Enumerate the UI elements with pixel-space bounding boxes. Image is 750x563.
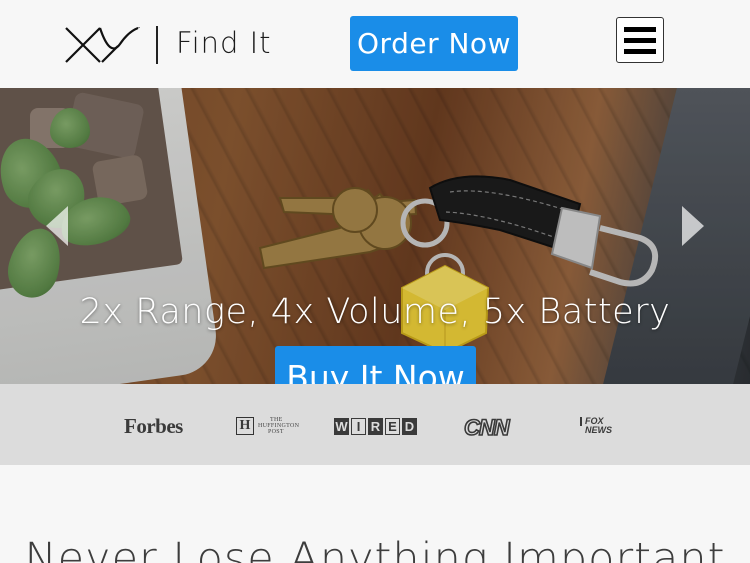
wired-logo-letter: W [334, 418, 349, 435]
order-now-button[interactable]: Order Now [350, 16, 518, 71]
huffington-post-wordmark: THE HUFFINGTON POST [258, 417, 299, 435]
forbes-logo: Forbes [124, 414, 183, 438]
carousel-next-button[interactable] [680, 204, 706, 248]
hamburger-menu-button[interactable] [616, 17, 664, 63]
wired-logo-letter: I [351, 418, 366, 435]
hero-overlay [0, 88, 750, 384]
fox-news-logo: FOX NEWS [580, 417, 612, 435]
wired-logo-letter: R [368, 418, 383, 435]
fox-news-logo-line: NEWS [585, 425, 612, 435]
huffington-post-logo: H THE HUFFINGTON POST [236, 417, 299, 435]
hero-banner: 2x Range, 4x Volume, 5x Battery Buy It N… [0, 88, 750, 384]
wired-logo: W I R E D [334, 418, 417, 435]
section-title: Never Lose Anything Important [24, 534, 726, 563]
cnn-logo: CNN [463, 414, 510, 441]
wired-logo-letter: D [402, 418, 417, 435]
carousel-prev-button[interactable] [44, 204, 70, 248]
xy-logo-icon: ™ [65, 26, 141, 63]
press-logos-bar: Forbes H THE HUFFINGTON POST W I R E D C… [0, 384, 750, 465]
xy-logo[interactable]: ™ [64, 24, 142, 66]
wired-logo-letter: E [385, 418, 400, 435]
hero-headline: 2x Range, 4x Volume, 5x Battery [79, 292, 671, 332]
logo-divider [156, 26, 158, 64]
chevron-left-icon [46, 206, 68, 246]
features-section: Never Lose Anything Important [0, 465, 750, 563]
hamburger-icon [624, 26, 656, 32]
hamburger-icon-bar [624, 37, 656, 43]
buy-it-now-button[interactable]: Buy It Now [275, 346, 476, 384]
chevron-right-icon [682, 206, 704, 246]
svg-text:™: ™ [137, 26, 141, 31]
hamburger-icon-bar [624, 48, 656, 54]
huffington-post-text-line: POST [268, 429, 284, 435]
site-header: ™ Find It Order Now [0, 0, 750, 88]
brand-text: Find It [176, 26, 272, 60]
huffington-post-letter: H [236, 417, 254, 435]
